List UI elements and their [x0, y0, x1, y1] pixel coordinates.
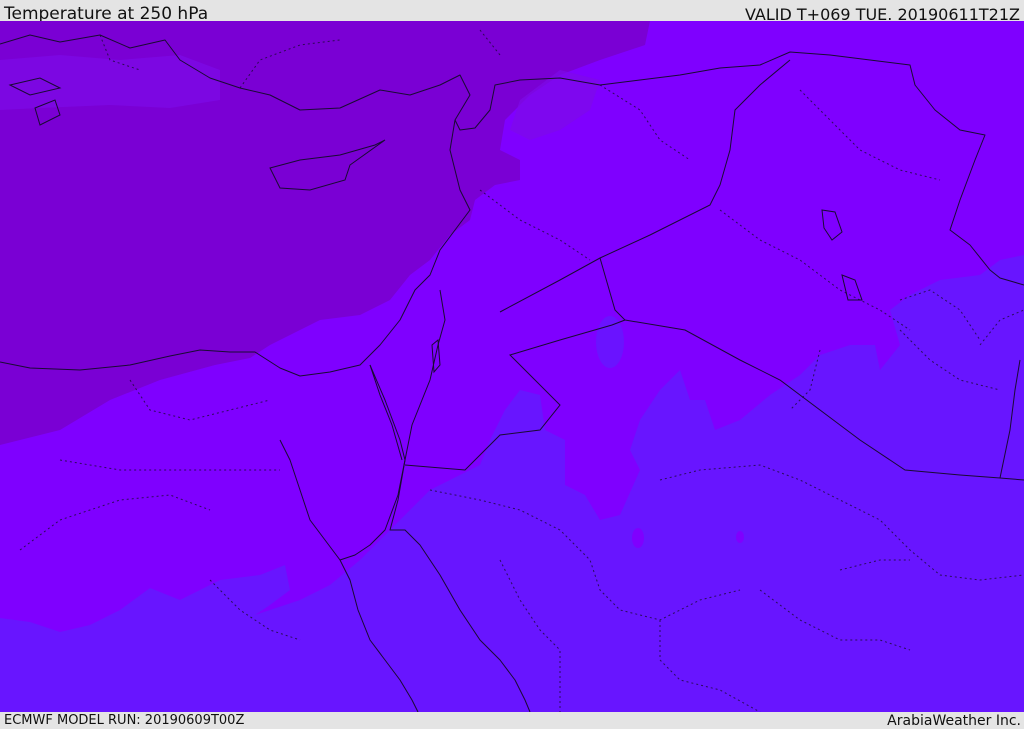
temp-patch-north — [0, 55, 220, 110]
model-run-label: ECMWF MODEL RUN: 20190609T00Z — [4, 713, 245, 728]
warm-patch-saudi-2 — [736, 531, 744, 543]
footer-bar: ECMWF MODEL RUN: 20190609T00Z ArabiaWeat… — [0, 712, 1024, 729]
temperature-map — [0, 21, 1024, 712]
header-bar: Temperature at 250 hPa VALID T+069 TUE. … — [0, 0, 1024, 24]
credit-label: ArabiaWeather Inc. — [887, 713, 1021, 729]
map-area — [0, 21, 1024, 712]
warm-patch-saudi — [632, 528, 644, 548]
warm-patch-jordan — [596, 316, 624, 368]
